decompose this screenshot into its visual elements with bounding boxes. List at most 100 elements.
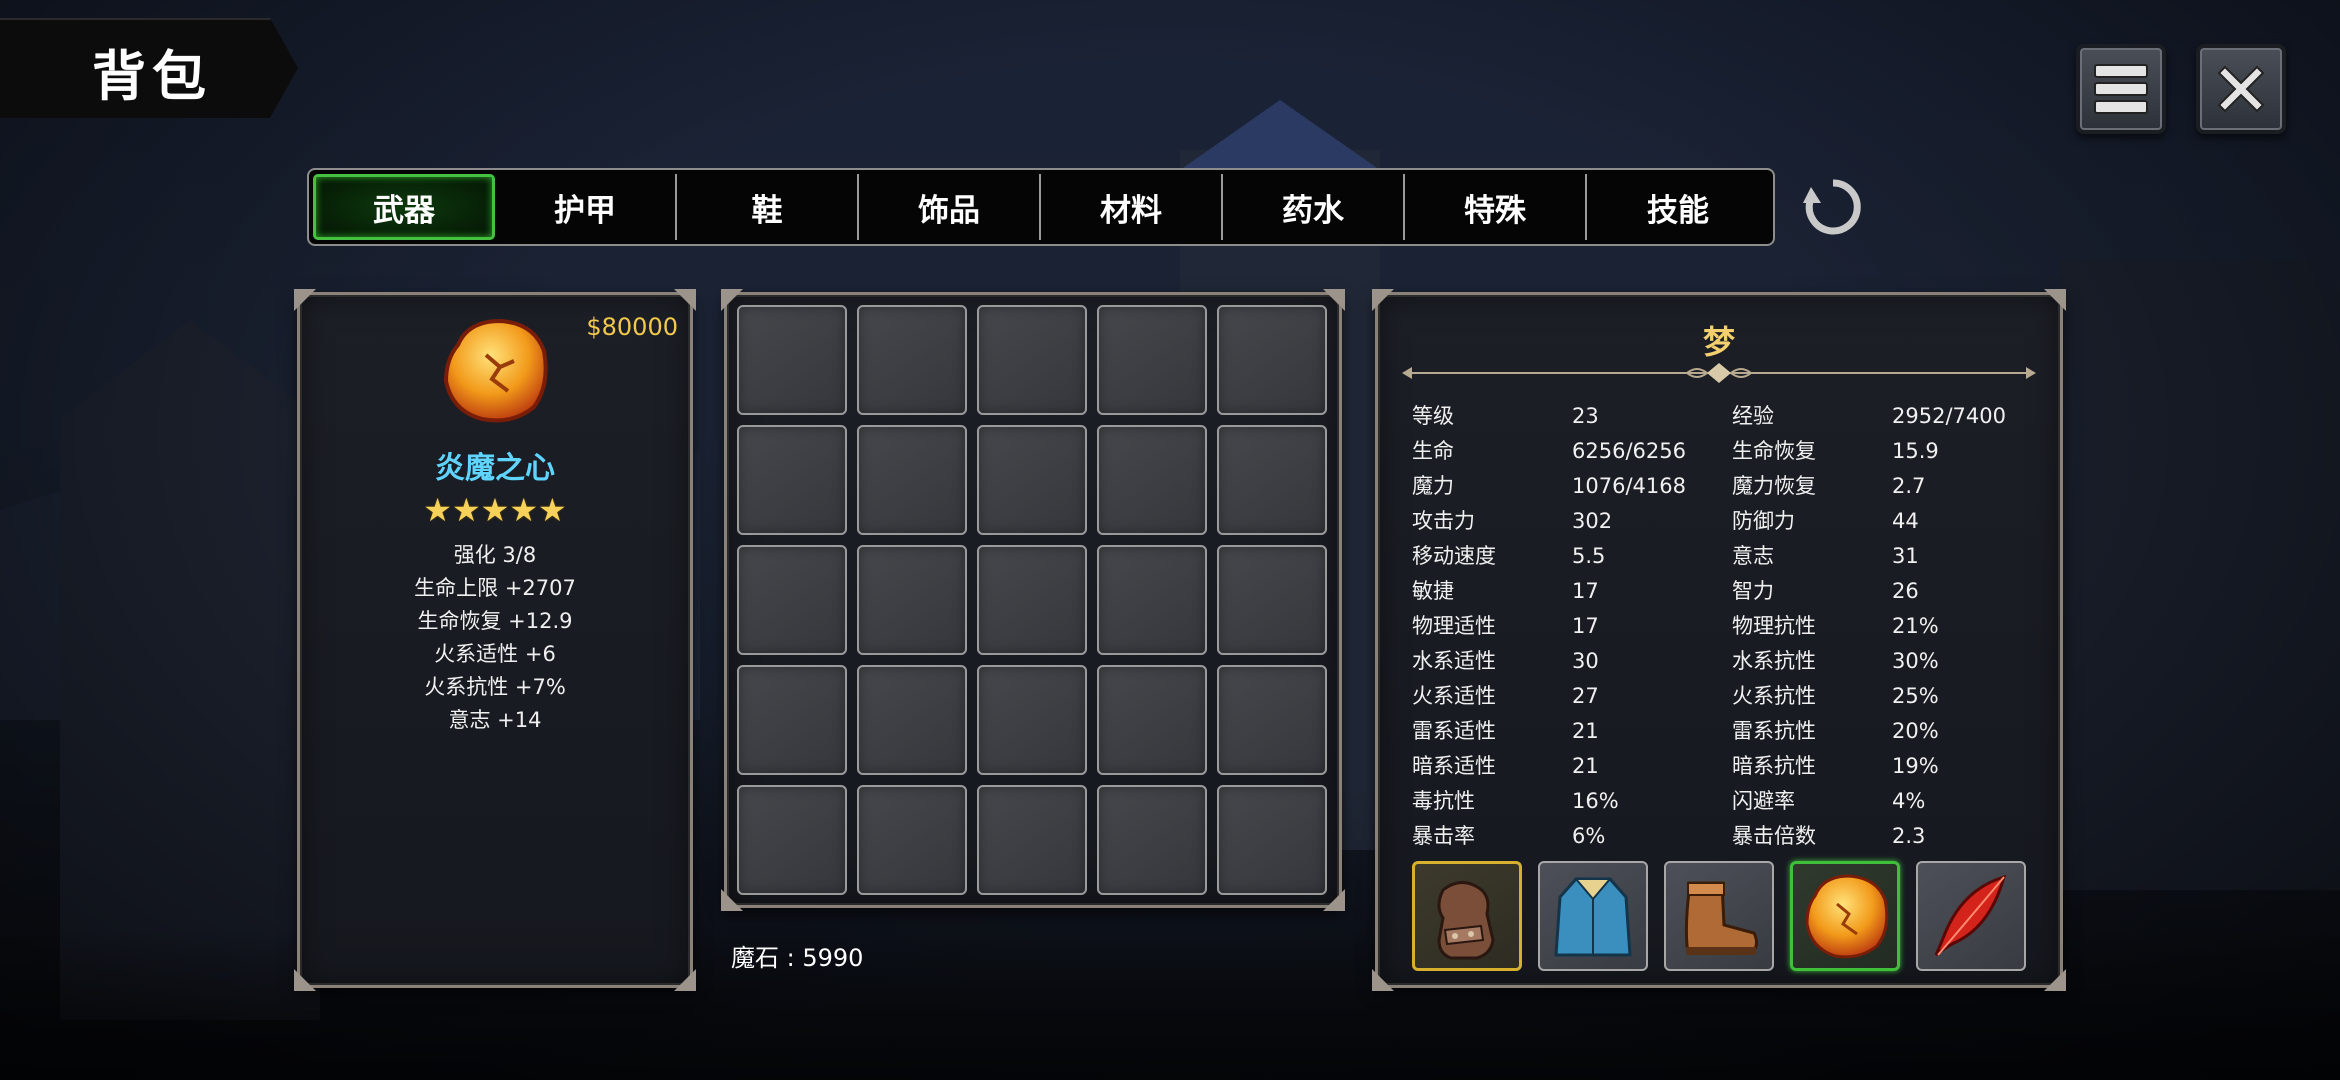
- character-name: 梦: [1702, 323, 1735, 361]
- stat-value: 26: [1892, 579, 1919, 603]
- stat-label: 智力: [1732, 579, 1774, 603]
- inventory-slot[interactable]: [1217, 785, 1327, 895]
- inventory-slot[interactable]: [857, 425, 967, 535]
- item-stats: 强化 3/8 生命上限 +2707 生命恢复 +12.9 火系适性 +6 火系抗…: [300, 539, 690, 737]
- inventory-slot[interactable]: [1097, 665, 1207, 775]
- stat-label: 雷系抗性: [1732, 719, 1816, 743]
- equipment-bar: [1412, 861, 2026, 971]
- inventory-slot[interactable]: [977, 425, 1087, 535]
- tab-skills[interactable]: 技能: [1587, 174, 1769, 240]
- close-button[interactable]: [2196, 44, 2286, 134]
- inventory-slot[interactable]: [1097, 425, 1207, 535]
- inventory-slot[interactable]: [737, 665, 847, 775]
- stat-value: 19%: [1892, 754, 1939, 778]
- gauntlet-icon: [1437, 881, 1495, 960]
- equip-slot-accessory[interactable]: [1790, 861, 1900, 971]
- inventory-slot[interactable]: [977, 785, 1087, 895]
- stat-value: 1076/4168: [1572, 474, 1686, 498]
- stat-value: 17: [1572, 579, 1599, 603]
- tab-accessories[interactable]: 饰品: [859, 174, 1041, 240]
- amber-stone-icon: [1805, 874, 1889, 959]
- stat-value: 23: [1572, 404, 1599, 428]
- stat-label: 暴击倍数: [1732, 824, 1816, 848]
- character-stats: 等级 23 经验 2952/7400 生命 6256/6256 生命恢复 15.9 魔力 1076…: [1412, 399, 2042, 854]
- tab-special[interactable]: 特殊: [1405, 174, 1587, 240]
- item-detail-panel: $80000 炎魔之心 ★★★★★ 强化 3/8 生命上限 +2707 生命恢复…: [294, 289, 696, 991]
- stat-value: 20%: [1892, 719, 1939, 743]
- inventory-slot[interactable]: [977, 665, 1087, 775]
- red-feather-icon: [1934, 874, 2007, 957]
- stat-label: 等级: [1412, 404, 1454, 428]
- stat-value: 6256/6256: [1572, 439, 1686, 463]
- stat-value: 302: [1572, 509, 1613, 533]
- amber-stone-icon: [443, 318, 548, 423]
- refresh-button[interactable]: [1800, 174, 1866, 240]
- stat-label: 敏捷: [1412, 579, 1454, 603]
- stat-label: 物理抗性: [1732, 614, 1816, 638]
- close-icon: [2217, 65, 2265, 113]
- item-name: 炎魔之心: [435, 451, 555, 486]
- robe-icon: [1554, 877, 1632, 957]
- stat-value: 4%: [1892, 789, 1926, 813]
- ornament-divider: [1402, 363, 2036, 383]
- inventory-slot[interactable]: [857, 545, 967, 655]
- stat-label: 物理适性: [1412, 614, 1496, 638]
- stat-label: 雷系适性: [1412, 719, 1496, 743]
- inventory-slot[interactable]: [1097, 305, 1207, 415]
- stat-label: 意志: [1732, 544, 1774, 568]
- menu-icon: [2094, 64, 2148, 114]
- inventory-slot[interactable]: [1217, 665, 1327, 775]
- tab-armor[interactable]: 护甲: [495, 174, 677, 240]
- stat-value: 15.9: [1892, 439, 1939, 463]
- item-stat: 意志 +14: [448, 708, 542, 732]
- stat-value: 30: [1572, 649, 1599, 673]
- stat-value: 44: [1892, 509, 1919, 533]
- inventory-slot[interactable]: [977, 545, 1087, 655]
- equip-slot-special[interactable]: [1916, 861, 2026, 971]
- stat-value: 30%: [1892, 649, 1939, 673]
- stat-label: 暗系抗性: [1732, 754, 1816, 778]
- stat-label: 魔力: [1412, 474, 1454, 498]
- inventory-slot[interactable]: [1217, 545, 1327, 655]
- inventory-slot[interactable]: [737, 305, 847, 415]
- page-title: 背包: [92, 45, 212, 108]
- tab-shoes[interactable]: 鞋: [677, 174, 859, 240]
- stat-label: 暗系适性: [1412, 754, 1496, 778]
- stat-value: 2.3: [1892, 824, 1926, 848]
- stat-label: 火系适性: [1412, 684, 1496, 708]
- item-stat: 生命上限 +2707: [414, 576, 576, 600]
- inventory-slot[interactable]: [1217, 305, 1327, 415]
- inventory-slot[interactable]: [1097, 545, 1207, 655]
- inventory-grid: [737, 305, 1327, 895]
- item-price: $80000: [586, 313, 678, 341]
- stat-value: 17: [1572, 614, 1599, 638]
- menu-button[interactable]: [2076, 44, 2166, 134]
- tab-weapons[interactable]: 武器: [313, 174, 495, 240]
- inventory-slot[interactable]: [1217, 425, 1327, 535]
- tab-potions[interactable]: 药水: [1223, 174, 1405, 240]
- character-panel: 梦 等级 23 经验 2952/7400 生命 6256/6256 生命恢复 15.9 魔力 10…: [1372, 289, 2066, 991]
- stat-value: 16%: [1572, 789, 1619, 813]
- inventory-slot[interactable]: [857, 785, 967, 895]
- tab-materials[interactable]: 材料: [1041, 174, 1223, 240]
- inventory-slot[interactable]: [737, 425, 847, 535]
- inventory-slot[interactable]: [1097, 785, 1207, 895]
- inventory-slot[interactable]: [737, 785, 847, 895]
- stat-value: 2952/7400: [1892, 404, 2006, 428]
- inventory-slot[interactable]: [857, 665, 967, 775]
- stat-label: 暴击率: [1412, 824, 1475, 848]
- equip-slot-armor[interactable]: [1538, 861, 1648, 971]
- boot-icon: [1684, 881, 1759, 955]
- category-tabs: 武器 护甲 鞋 饰品 材料 药水 特殊 技能: [307, 168, 1775, 246]
- stat-value: 21: [1572, 719, 1599, 743]
- stat-value: 25%: [1892, 684, 1939, 708]
- stat-label: 水系抗性: [1732, 649, 1816, 673]
- inventory-slot[interactable]: [737, 545, 847, 655]
- equip-slot-boots[interactable]: [1664, 861, 1774, 971]
- refresh-icon: [1803, 179, 1861, 235]
- item-stat: 火系适性 +6: [434, 642, 556, 666]
- inventory-slot[interactable]: [977, 305, 1087, 415]
- stat-label: 移动速度: [1412, 544, 1496, 568]
- inventory-slot[interactable]: [857, 305, 967, 415]
- equip-slot-gloves[interactable]: [1412, 861, 1522, 971]
